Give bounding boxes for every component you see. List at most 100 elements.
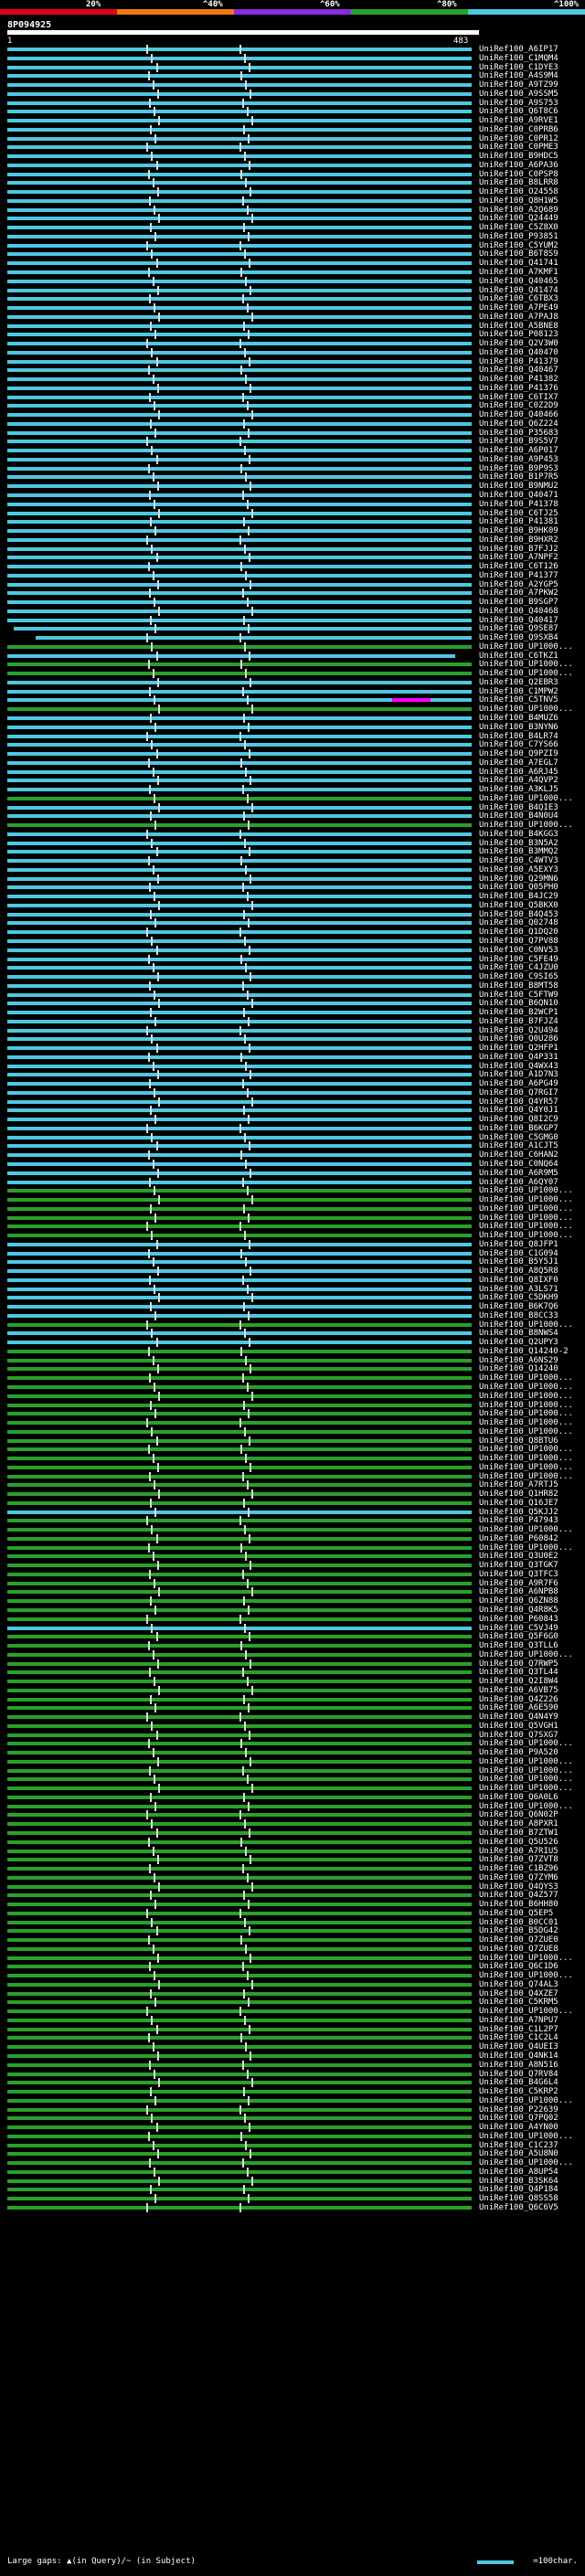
- hit-alignment-bar: [7, 2152, 472, 2157]
- hit-alignment-bar: [7, 1215, 472, 1220]
- hit-alignment-bar: [7, 1162, 472, 1166]
- hit-alignment-bar: [7, 752, 472, 757]
- scale-segment: [351, 9, 468, 15]
- hit-alignment-bar: [7, 1956, 472, 1960]
- scale-segment: [0, 9, 117, 15]
- hit-alignment-bar: [7, 493, 472, 497]
- hit-alignment-bar: [7, 966, 472, 970]
- hit-alignment-bar: [7, 101, 472, 105]
- hit-alignment-bar: [7, 2000, 472, 2005]
- hit-alignment-bar: [7, 1974, 472, 1978]
- hit-alignment-bar: [7, 172, 472, 176]
- hit-alignment-bar: [7, 2143, 472, 2147]
- hit-alignment-bar: [7, 1581, 472, 1585]
- hit-alignment-bar: [7, 1804, 472, 1808]
- hit-alignment-bar: [7, 1706, 472, 1711]
- hit-alignment-bar: [7, 707, 472, 712]
- hit-alignment-bar: [7, 582, 472, 587]
- hit-alignment-bar: [7, 359, 472, 364]
- hit-alignment-bar: [7, 1839, 472, 1844]
- hit-alignment-bar: [7, 1305, 472, 1309]
- hit-alignment-bar: [7, 957, 472, 961]
- hit-alignment-bar: [7, 573, 472, 578]
- hit-alignment-bar: [7, 680, 472, 684]
- hit-alignment-bar: [7, 1564, 472, 1568]
- hit-alignment-bar: [7, 948, 472, 952]
- hit-alignment-bar: [7, 1002, 472, 1006]
- hit-alignment-bar: [7, 1269, 472, 1274]
- hit-alignment-bar: [7, 1135, 472, 1140]
- hit-alignment-bar: [7, 672, 472, 676]
- hit-alignment-bar: [7, 1394, 472, 1398]
- hit-alignment-bar: [7, 261, 472, 266]
- hit-alignment-bar: [7, 2090, 472, 2094]
- hit-alignment-bar: [7, 903, 472, 907]
- hit-alignment-bar: [7, 1412, 472, 1416]
- hit-alignment-bar: [7, 127, 472, 132]
- hit-alignment-bar: [7, 2062, 472, 2067]
- hit-alignment-bar: [7, 404, 472, 408]
- hit-alignment-bar: [7, 1554, 472, 1559]
- hit-alignment-bar: [7, 796, 472, 800]
- query-bar: [7, 30, 479, 35]
- hit-alignment-bar: [7, 1108, 472, 1113]
- hit-row[interactable]: UniRef100_Q6C6V5: [0, 2202, 585, 2213]
- hit-alignment-bar: [7, 1929, 472, 1934]
- hit-alignment-bar: [7, 1536, 472, 1541]
- query-id: 8P094925: [7, 20, 52, 30]
- identity-color-scale: 20% ^40% ^60% ^80% ^100%: [0, 0, 585, 16]
- hit-alignment-bar: [7, 823, 472, 828]
- hit-alignment-bar: [7, 921, 472, 926]
- large-gaps-legend: Large gaps: ▲(in Query)/~ (in Subject): [7, 2557, 196, 2566]
- hit-alignment-bar: [7, 2018, 472, 2022]
- hit-alignment-bar: [7, 421, 472, 426]
- hit-alignment-bar: [7, 1938, 472, 1943]
- legend-footer: Large gaps: ▲(in Query)/~ (in Subject) =…: [7, 2555, 578, 2570]
- hit-alignment-bar: [7, 2116, 472, 2121]
- hit-alignment-bar: [7, 226, 472, 230]
- hit-alignment-bar: [7, 1884, 472, 1889]
- hit-alignment-bar: [7, 1920, 472, 1924]
- hit-alignment-bar: [7, 1849, 472, 1853]
- hit-alignment-bar: [7, 368, 472, 373]
- hit-alignment-bar: [7, 1670, 472, 1675]
- hit-alignment-bar: [7, 83, 472, 88]
- hit-alignment-bar: [7, 1144, 472, 1149]
- scale-segment: [117, 9, 234, 15]
- hit-alignment-bar: [7, 983, 472, 988]
- hit-alignment-bar: [7, 1465, 472, 1469]
- hit-alignment-bar: [7, 288, 472, 292]
- hit-alignment-bar: [7, 644, 472, 649]
- hit-alignment-bar: [7, 449, 472, 453]
- hit-alignment-bar: [7, 600, 472, 605]
- scale-label: 20%: [86, 0, 101, 9]
- hit-alignment-bar: [7, 1055, 472, 1059]
- hit-alignment-bar: [7, 867, 472, 872]
- hit-alignment-bar: [7, 386, 472, 390]
- hit-alignment-bar: [7, 1893, 472, 1898]
- scale-segment: [468, 9, 585, 15]
- hit-alignment-bar: [7, 1341, 472, 1345]
- hit-alignment-bar: [7, 663, 472, 667]
- hit-alignment-bar: [7, 716, 472, 720]
- hit-label[interactable]: UniRef100_Q6C6V5: [479, 2202, 558, 2213]
- gap-tick: [239, 2202, 241, 2212]
- scale-bar-label: =100char.: [533, 2557, 578, 2566]
- hit-alignment-bar: [7, 350, 472, 355]
- hit-alignment-bar: [7, 939, 472, 943]
- scale-label: ^100%: [554, 0, 580, 9]
- hit-alignment-bar: [7, 1349, 472, 1353]
- hit-alignment-bar: [7, 181, 472, 186]
- hit-alignment-bar: [7, 1786, 472, 1791]
- hit-alignment-bar: [7, 779, 472, 783]
- hit-alignment-bar: [7, 841, 472, 845]
- hit-alignment-bar: [7, 1376, 472, 1381]
- gap-marker: [391, 698, 431, 703]
- hit-alignment-bar: [7, 377, 472, 382]
- hit-alignment-bar: [7, 136, 472, 141]
- hit-alignment-bar: [7, 1251, 472, 1256]
- hit-alignment-bar: [7, 1528, 472, 1532]
- hit-alignment-bar: [7, 1982, 472, 1987]
- hit-alignment-bar: [7, 1367, 472, 1372]
- hit-alignment-bar: [7, 91, 472, 96]
